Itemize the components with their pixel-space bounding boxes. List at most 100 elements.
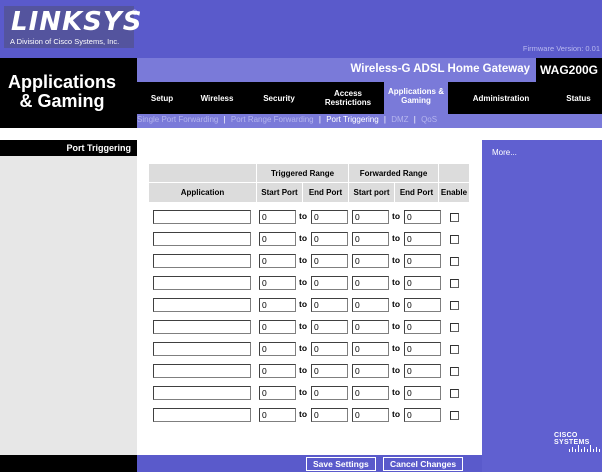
firmware-version: Firmware Version: 0.01 xyxy=(522,44,600,53)
enable-checkbox[interactable] xyxy=(450,235,459,244)
subtab-dmz[interactable]: DMZ xyxy=(391,115,408,124)
save-settings-button[interactable]: Save Settings xyxy=(306,457,376,471)
enable-checkbox[interactable] xyxy=(450,411,459,420)
forward-end-port-input[interactable]: 0 xyxy=(404,408,441,422)
trigger-end-port-input[interactable]: 0 xyxy=(311,342,348,356)
forward-end-port-input[interactable]: 0 xyxy=(404,232,441,246)
to-label: to xyxy=(299,233,308,243)
enable-checkbox[interactable] xyxy=(450,345,459,354)
forward-start-port-input[interactable]: 0 xyxy=(352,386,389,400)
tab-setup[interactable]: Setup xyxy=(137,82,187,114)
forward-end-port-input[interactable]: 0 xyxy=(404,298,441,312)
trigger-start-port-input[interactable]: 0 xyxy=(259,408,296,422)
application-name-input[interactable] xyxy=(153,364,251,378)
forward-start-port-input[interactable]: 0 xyxy=(352,276,389,290)
to-label: to xyxy=(299,387,308,397)
to-label: to xyxy=(299,343,308,353)
trigger-end-port-input[interactable]: 0 xyxy=(311,408,348,422)
forward-start-port-input[interactable]: 0 xyxy=(352,298,389,312)
subtab-qos[interactable]: QoS xyxy=(421,115,437,124)
forward-start-port-input[interactable]: 0 xyxy=(352,364,389,378)
application-name-input[interactable] xyxy=(153,408,251,422)
enable-checkbox[interactable] xyxy=(450,279,459,288)
product-name: Wireless-G ADSL Home Gateway xyxy=(350,63,531,75)
forward-end-port-input[interactable]: 0 xyxy=(404,210,441,224)
header-blank xyxy=(439,164,469,182)
application-name-input[interactable] xyxy=(153,342,251,356)
header-forwarded-range: Forwarded Range xyxy=(349,164,438,182)
trigger-start-port-input[interactable]: 0 xyxy=(259,254,296,268)
subtab-single-port-forwarding[interactable]: Single Port Forwarding xyxy=(137,115,218,124)
trigger-start-port-input[interactable]: 0 xyxy=(259,364,296,378)
tab-administration[interactable]: Administration xyxy=(453,82,549,114)
trigger-end-port-input[interactable]: 0 xyxy=(311,364,348,378)
forward-start-port-input[interactable]: 0 xyxy=(352,408,389,422)
trigger-start-port-input[interactable]: 0 xyxy=(259,276,296,290)
application-name-input[interactable] xyxy=(153,254,251,268)
to-label: to xyxy=(392,343,401,353)
trigger-end-port-input[interactable]: 0 xyxy=(311,254,348,268)
col-trigger-end: End Port xyxy=(303,183,348,202)
to-label: to xyxy=(299,255,308,265)
trigger-start-port-input[interactable]: 0 xyxy=(259,342,296,356)
tab-status[interactable]: Status xyxy=(555,82,602,114)
forward-start-port-input[interactable]: 0 xyxy=(352,254,389,268)
trigger-end-port-input[interactable]: 0 xyxy=(311,386,348,400)
forward-start-port-input[interactable]: 0 xyxy=(352,342,389,356)
to-label: to xyxy=(392,409,401,419)
more-link[interactable]: More... xyxy=(492,148,517,157)
forward-start-port-input[interactable]: 0 xyxy=(352,320,389,334)
tab-security[interactable]: Security xyxy=(249,82,309,114)
enable-checkbox[interactable] xyxy=(450,213,459,222)
trigger-start-port-input[interactable]: 0 xyxy=(259,210,296,224)
left-column: Port Triggering xyxy=(0,140,137,455)
application-name-input[interactable] xyxy=(153,386,251,400)
model-number: WAG200G xyxy=(536,58,602,82)
trigger-end-port-input[interactable]: 0 xyxy=(311,210,348,224)
trigger-end-port-input[interactable]: 0 xyxy=(311,232,348,246)
forward-end-port-input[interactable]: 0 xyxy=(404,386,441,400)
trigger-end-port-input[interactable]: 0 xyxy=(311,298,348,312)
trigger-start-port-input[interactable]: 0 xyxy=(259,298,296,312)
forward-end-port-input[interactable]: 0 xyxy=(404,254,441,268)
trigger-start-port-input[interactable]: 0 xyxy=(259,232,296,246)
enable-checkbox[interactable] xyxy=(450,323,459,332)
enable-checkbox[interactable] xyxy=(450,257,459,266)
table-row: 0 to 0 0 to 0 xyxy=(149,252,469,272)
enable-checkbox[interactable] xyxy=(450,367,459,376)
col-forward-start: Start port xyxy=(349,183,394,202)
enable-checkbox[interactable] xyxy=(450,301,459,310)
table-row: 0 to 0 0 to 0 xyxy=(149,318,469,338)
logo-wordmark: LINKSYS xyxy=(11,7,143,37)
table-row: 0 to 0 0 to 0 xyxy=(149,406,469,426)
trigger-end-port-input[interactable]: 0 xyxy=(311,276,348,290)
tab-wireless[interactable]: Wireless xyxy=(189,82,245,114)
to-label: to xyxy=(299,299,308,309)
to-label: to xyxy=(299,277,308,287)
forward-start-port-input[interactable]: 0 xyxy=(352,210,389,224)
sub-nav-links: Single Port Forwarding | Port Range Forw… xyxy=(137,115,437,124)
enable-checkbox[interactable] xyxy=(450,389,459,398)
application-name-input[interactable] xyxy=(153,210,251,224)
forward-end-port-input[interactable]: 0 xyxy=(404,364,441,378)
cancel-changes-button[interactable]: Cancel Changes xyxy=(383,457,464,471)
application-name-input[interactable] xyxy=(153,298,251,312)
forward-end-port-input[interactable]: 0 xyxy=(404,276,441,290)
forward-end-port-input[interactable]: 0 xyxy=(404,320,441,334)
subtab-port-range-forwarding[interactable]: Port Range Forwarding xyxy=(231,115,314,124)
tab-access-restrictions[interactable]: Access Restrictions xyxy=(315,82,381,114)
to-label: to xyxy=(392,365,401,375)
forward-end-port-input[interactable]: 0 xyxy=(404,342,441,356)
col-enable: Enable xyxy=(439,183,469,202)
forward-start-port-input[interactable]: 0 xyxy=(352,232,389,246)
sub-navigation: Single Port Forwarding | Port Range Forw… xyxy=(137,114,602,128)
logo-registered-mark: ® xyxy=(132,10,138,17)
trigger-end-port-input[interactable]: 0 xyxy=(311,320,348,334)
application-name-input[interactable] xyxy=(153,232,251,246)
trigger-start-port-input[interactable]: 0 xyxy=(259,320,296,334)
application-name-input[interactable] xyxy=(153,276,251,290)
subtab-port-triggering[interactable]: Port Triggering xyxy=(326,115,378,124)
application-name-input[interactable] xyxy=(153,320,251,334)
tab-applications-gaming[interactable]: Applications & Gaming xyxy=(384,78,448,114)
trigger-start-port-input[interactable]: 0 xyxy=(259,386,296,400)
